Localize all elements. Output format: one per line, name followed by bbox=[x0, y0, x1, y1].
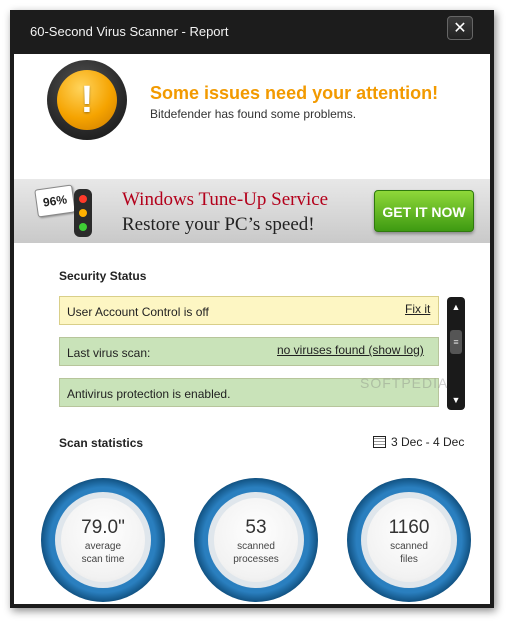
status-label: Last virus scan: bbox=[67, 346, 151, 360]
get-it-now-button[interactable]: GET IT NOW bbox=[374, 190, 474, 232]
status-label: Antivirus protection is enabled. bbox=[67, 387, 231, 401]
stat-scanned-files: 1160 scanned files bbox=[347, 478, 471, 602]
warning-glyph: ! bbox=[57, 70, 117, 130]
scroll-thumb[interactable]: ≡ bbox=[450, 330, 462, 354]
stat-scanned-processes: 53 scanned processes bbox=[194, 478, 318, 602]
alert-headline: Some issues need your attention! bbox=[150, 83, 439, 103]
tuneup-ad-banner[interactable]: 96% Windows Tune-Up Service Restore your… bbox=[14, 179, 490, 243]
stat-caption: scanned bbox=[237, 541, 275, 552]
report-content: ! Some issues need your attention! Bitde… bbox=[14, 54, 490, 604]
warning-icon: ! bbox=[47, 60, 127, 140]
alert-subline: Bitdefender has found some problems. bbox=[150, 107, 357, 121]
date-range[interactable]: 3 Dec - 4 Dec bbox=[373, 435, 464, 449]
ad-subtitle: Restore your PC’s speed! bbox=[122, 214, 315, 235]
scroll-up-button[interactable]: ▲ bbox=[447, 300, 465, 314]
date-range-label: 3 Dec - 4 Dec bbox=[391, 435, 465, 449]
show-log-link[interactable]: no viruses found (show log) bbox=[277, 343, 424, 357]
stat-average-scan-time: 79.0" average scan time bbox=[41, 478, 165, 602]
security-status-heading: Security Status bbox=[59, 269, 147, 283]
stat-value: 53 bbox=[245, 517, 267, 538]
status-scrollbar[interactable]: ▲ ≡ ▼ bbox=[447, 297, 465, 410]
ad-title: Windows Tune-Up Service bbox=[122, 189, 329, 210]
report-window: 60-Second Virus Scanner - Report ✕ ! Som… bbox=[10, 10, 494, 608]
window-title: 60-Second Virus Scanner - Report bbox=[30, 24, 229, 39]
title-bar[interactable]: 60-Second Virus Scanner - Report ✕ bbox=[10, 10, 494, 54]
stat-caption: processes bbox=[233, 554, 279, 565]
status-label: User Account Control is off bbox=[67, 305, 209, 319]
status-item-uac: User Account Control is off Fix it bbox=[59, 296, 439, 325]
traffic-light-icon bbox=[74, 189, 92, 237]
speed-badge: 96% bbox=[34, 184, 76, 218]
close-button[interactable]: ✕ bbox=[447, 16, 473, 40]
stat-caption: average bbox=[84, 541, 122, 552]
calendar-icon bbox=[373, 436, 386, 448]
status-item-last-scan: Last virus scan: no viruses found (show … bbox=[59, 337, 439, 366]
scan-statistics-heading: Scan statistics bbox=[59, 436, 144, 450]
stat-caption: scan time bbox=[81, 554, 125, 565]
close-icon: ✕ bbox=[453, 20, 467, 37]
stat-value: 1160 bbox=[388, 517, 430, 538]
watermark-text: SOFTPEDIA bbox=[360, 375, 449, 391]
stat-caption: scanned bbox=[390, 541, 428, 552]
fix-it-link[interactable]: Fix it bbox=[405, 302, 430, 316]
stat-value: 79.0" bbox=[81, 517, 125, 538]
stat-caption: files bbox=[400, 554, 418, 565]
scroll-down-button[interactable]: ▼ bbox=[447, 393, 465, 407]
